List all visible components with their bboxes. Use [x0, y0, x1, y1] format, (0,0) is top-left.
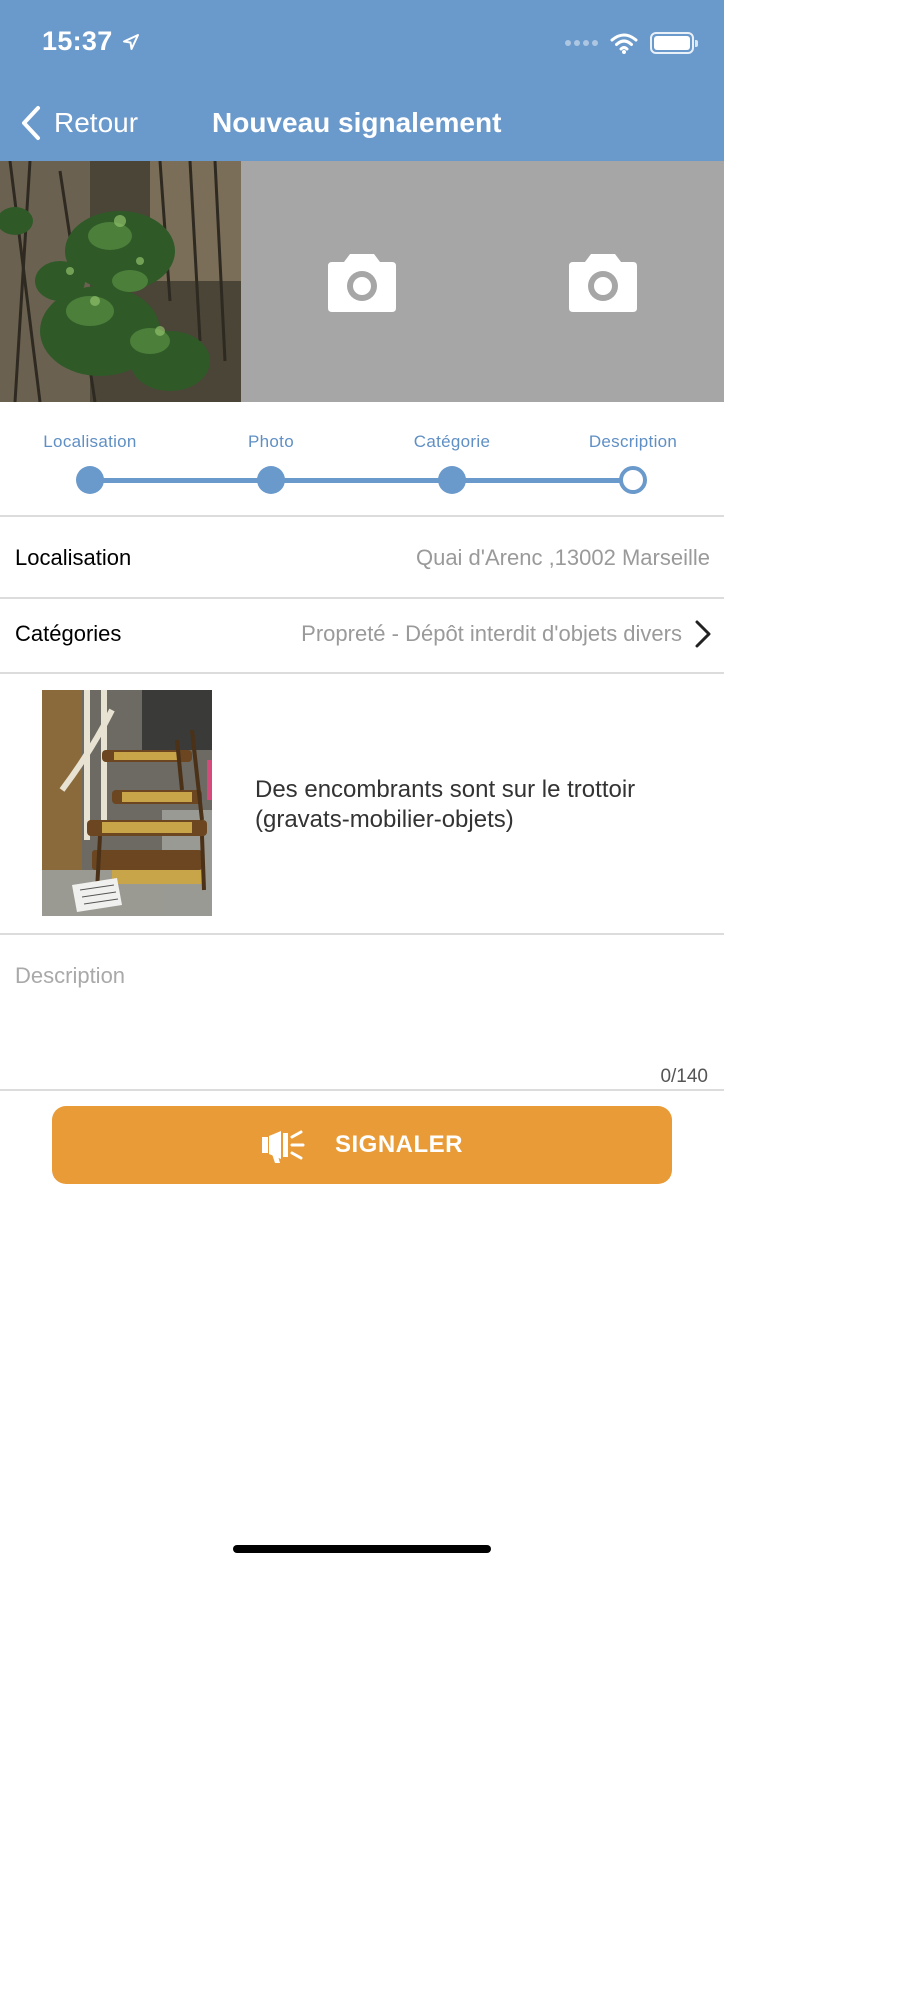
add-photo-slot[interactable] [241, 161, 482, 402]
description-field: 0/140 [0, 935, 724, 1090]
categories-value: Propreté - Dépôt interdit d'objets diver… [301, 621, 682, 646]
step-label-photo: Photo [248, 432, 294, 451]
categories-label: Catégories [15, 621, 122, 646]
chevron-right-icon [695, 620, 711, 648]
photo-thumbnail[interactable] [0, 161, 241, 402]
character-counter: 0/140 [660, 1066, 708, 1087]
step-connector [90, 478, 633, 483]
category-description: Des encombrants sont sur le trottoir (gr… [255, 776, 636, 833]
wifi-icon [610, 33, 638, 54]
location-row: Localisation Quai d'Arenc ,13002 Marseil… [0, 517, 724, 597]
location-arrow-icon [123, 34, 139, 50]
foliage-photo [0, 161, 241, 402]
megaphone-icon [261, 1130, 305, 1163]
step-dot-done [257, 466, 285, 494]
step-dot-done [438, 466, 466, 494]
divider [0, 1089, 724, 1091]
submit-label: SIGNALER [334, 1131, 463, 1158]
nav-header: 15:37 Retour Nouveau signalement [0, 0, 724, 161]
location-label: Localisation [15, 545, 132, 570]
back-button[interactable]: Retour [20, 104, 138, 142]
chevron-left-icon [22, 106, 40, 140]
category-example-image [42, 690, 212, 916]
description-input[interactable] [15, 963, 705, 1063]
step-label-description: Description [588, 432, 678, 451]
step-dot-current [619, 466, 647, 494]
categories-row[interactable]: Catégories Propreté - Dépôt interdit d'o… [0, 599, 724, 672]
submit-report-button[interactable]: SIGNALER [52, 1106, 672, 1184]
step-label-categorie: Catégorie [413, 432, 491, 451]
status-time: 15:37 [42, 26, 113, 56]
location-value: Quai d'Arenc ,13002 Marseille [415, 545, 710, 570]
page-title: Nouveau signalement [212, 107, 502, 138]
status-indicators [565, 30, 698, 56]
cellular-signal-icon [565, 40, 598, 46]
camera-icon [569, 253, 637, 312]
camera-icon [327, 253, 396, 312]
battery-icon [650, 32, 698, 54]
home-indicator[interactable] [233, 1545, 491, 1553]
photo-strip [0, 161, 724, 402]
back-label: Retour [54, 107, 139, 138]
step-label-localisation: Localisation [43, 432, 137, 451]
step-dot-done [76, 466, 104, 494]
progress-stepper: Localisation Photo Catégorie Description [0, 402, 724, 515]
add-photo-slot[interactable] [482, 161, 724, 402]
divider [0, 672, 724, 674]
